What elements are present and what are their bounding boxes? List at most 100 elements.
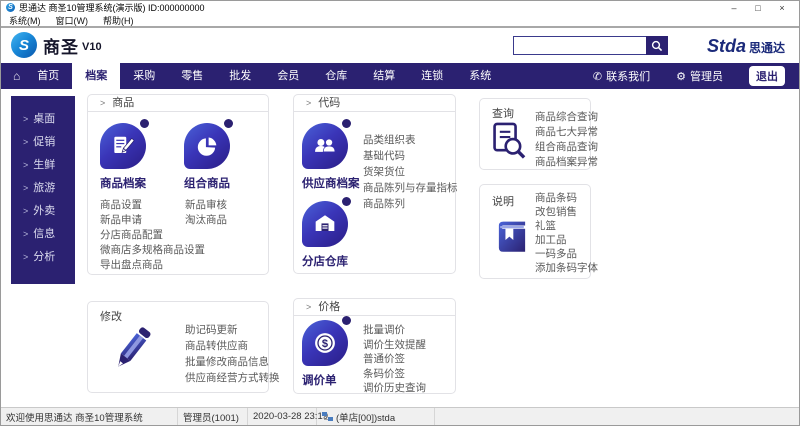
nav-item-home[interactable]: 首页 xyxy=(24,63,72,89)
sidebar-item-fresh[interactable]: > 生鲜 xyxy=(23,154,75,177)
chevron-icon: > xyxy=(23,114,29,124)
search-button[interactable] xyxy=(646,36,668,55)
admin-menu[interactable]: ⚙ 管理员 xyxy=(676,68,723,84)
panel-goods: > 商品 商品档案 组合商品 商品设置 新品申请 分店商品配置 微商店多规格商品… xyxy=(87,94,269,275)
document-search-icon[interactable] xyxy=(488,119,530,168)
panel-link[interactable]: 新品审核 xyxy=(185,198,227,213)
menubar: 系统(M) 窗口(W) 帮助(H) xyxy=(1,14,799,28)
nav-item-archive[interactable]: 档案 xyxy=(72,63,121,89)
home-icon[interactable]: ⌂ xyxy=(13,69,20,83)
sidebar-item-label: 生鲜 xyxy=(33,159,56,171)
brand-cn: 思通达 xyxy=(748,41,785,55)
maximize-button[interactable]: □ xyxy=(746,3,770,13)
warehouse-icon xyxy=(302,197,351,247)
main-nav: ⌂ 首页 档案 采购 零售 批发 会员 仓库 结算 连锁 系统 ✆ 联系我们 ⚙… xyxy=(1,63,799,89)
sidebar-item-desktop[interactable]: > 桌面 xyxy=(23,108,75,131)
chevron-icon: > xyxy=(23,252,29,262)
panel-link[interactable]: 供应商经营方式转换 xyxy=(185,370,280,386)
tile-goods-archive[interactable]: 商品档案 xyxy=(100,119,172,191)
panel-link[interactable]: 商品陈列 xyxy=(363,196,458,212)
menu-system[interactable]: 系统(M) xyxy=(9,14,41,27)
sidebar-item-label: 促销 xyxy=(33,136,56,148)
chevron-icon: > xyxy=(23,229,29,239)
menu-help[interactable]: 帮助(H) xyxy=(103,14,134,27)
nav-item-retail[interactable]: 零售 xyxy=(168,63,216,89)
pencil-icon[interactable] xyxy=(104,318,160,385)
panel-link[interactable]: 商品转供应商 xyxy=(185,338,280,354)
nav-item-settlement[interactable]: 结算 xyxy=(360,63,408,89)
svg-text:$: $ xyxy=(322,338,328,350)
contact-us[interactable]: ✆ 联系我们 xyxy=(593,68,650,84)
panel-link[interactable]: 批量调价 xyxy=(363,323,426,338)
nav-item-chain[interactable]: 连锁 xyxy=(408,63,456,89)
panel-link[interactable]: 添加条码字体 xyxy=(535,261,598,275)
titlebar: S 思通达 商圣10管理系统(演示版) ID:000000000 – □ × xyxy=(1,1,799,14)
chevron-icon: > xyxy=(23,137,29,147)
panel-price: > 价格 $ 调价单 批量调价 调价生效提醒 普通价签 条码价签 调价历史查询 xyxy=(293,298,456,394)
logout-button[interactable]: 退出 xyxy=(749,66,785,86)
nav-item-system[interactable]: 系统 xyxy=(456,63,504,89)
search-input[interactable] xyxy=(513,36,646,55)
sidebar: > 桌面 > 促销 > 生鲜 > 旅游 > 外卖 > 信息 > 分析 xyxy=(11,96,75,284)
panel-link[interactable]: 商品七大异常 xyxy=(535,125,598,140)
minimize-button[interactable]: – xyxy=(722,3,746,13)
panel-title: 说明 xyxy=(492,196,514,208)
menu-window[interactable]: 窗口(W) xyxy=(56,14,89,27)
search-icon xyxy=(651,40,663,51)
admin-label: 管理员 xyxy=(690,71,723,83)
sidebar-item-info[interactable]: > 信息 xyxy=(23,223,75,246)
chevron-icon: > xyxy=(23,160,29,170)
panel-link[interactable]: 调价历史查询 xyxy=(363,381,426,396)
nav-item-warehouse[interactable]: 仓库 xyxy=(312,63,360,89)
panel-link[interactable]: 礼篮 xyxy=(535,219,598,233)
panel-link[interactable]: 条码价签 xyxy=(363,367,426,382)
panel-link[interactable]: 商品综合查询 xyxy=(535,110,598,125)
panel-link[interactable]: 调价生效提醒 xyxy=(363,338,426,353)
panel-link[interactable]: 微商店多规格商品设置 xyxy=(100,243,205,258)
contact-us-label: 联系我们 xyxy=(606,71,651,83)
app-header: S 商圣 V10 Stda 思通达 xyxy=(1,28,799,63)
status-datetime: 2020-03-28 23:19 xyxy=(248,408,328,425)
panel-link[interactable]: 批量修改商品信息 xyxy=(185,354,280,370)
status-store: (单店[00])stda xyxy=(317,408,435,425)
panel-link[interactable]: 组合商品查询 xyxy=(535,140,598,155)
status-store-label: (单店[00])stda xyxy=(336,412,396,424)
panel-query: 查询 商品综合查询 商品七大异常 组合商品查询 商品档案异常 xyxy=(479,98,598,170)
panel-title: 价格 xyxy=(318,301,341,313)
panel-link[interactable]: 普通价签 xyxy=(363,352,426,367)
panel-link[interactable]: 改包销售 xyxy=(535,205,598,219)
panel-link[interactable]: 商品条码 xyxy=(535,191,598,205)
panel-link[interactable]: 基础代码 xyxy=(363,148,458,164)
panel-link[interactable]: 品类组织表 xyxy=(363,132,458,148)
panel-link[interactable]: 导出盘点商品 xyxy=(100,258,205,273)
tile-label: 组合商品 xyxy=(184,178,230,190)
sidebar-item-promotion[interactable]: > 促销 xyxy=(23,131,75,154)
sidebar-item-label: 分析 xyxy=(33,251,56,263)
panel-link[interactable]: 货架货位 xyxy=(363,164,458,180)
tile-label: 分店仓库 xyxy=(302,256,348,268)
book-icon[interactable] xyxy=(490,215,534,262)
nav-item-member[interactable]: 会员 xyxy=(264,63,312,89)
nav-item-purchase[interactable]: 采购 xyxy=(120,63,168,89)
sidebar-item-travel[interactable]: > 旅游 xyxy=(23,177,75,200)
panel-link[interactable]: 加工品 xyxy=(535,233,598,247)
close-button[interactable]: × xyxy=(770,3,794,13)
panel-code: > 代码 供应商档案 分店仓库 品类组织表 基础代码 货架货位 商品陈列与存量指标 xyxy=(293,94,458,274)
panel-link[interactable]: 商品档案异常 xyxy=(535,155,598,170)
app-logo: S 商圣 V10 xyxy=(11,32,102,58)
panel-link[interactable]: 一码多品 xyxy=(535,247,598,261)
panel-link[interactable]: 助记码更新 xyxy=(185,322,280,338)
panel-link[interactable]: 淘汰商品 xyxy=(185,213,227,228)
logo-s-icon: S xyxy=(11,32,37,58)
nav-item-wholesale[interactable]: 批发 xyxy=(216,63,264,89)
panel-link[interactable]: 分店商品配置 xyxy=(100,228,205,243)
sidebar-item-takeout[interactable]: > 外卖 xyxy=(23,200,75,223)
panel-link[interactable]: 商品陈列与存量指标 xyxy=(363,180,458,196)
app-logo-icon: S xyxy=(6,3,15,12)
logo-name: 商圣 xyxy=(43,37,79,57)
tile-combo-goods[interactable]: 组合商品 xyxy=(184,119,256,191)
panel-title: 代码 xyxy=(318,97,341,109)
goods-archive-icon xyxy=(100,119,149,169)
chevron-icon: > xyxy=(306,98,312,108)
sidebar-item-analysis[interactable]: > 分析 xyxy=(23,246,75,269)
